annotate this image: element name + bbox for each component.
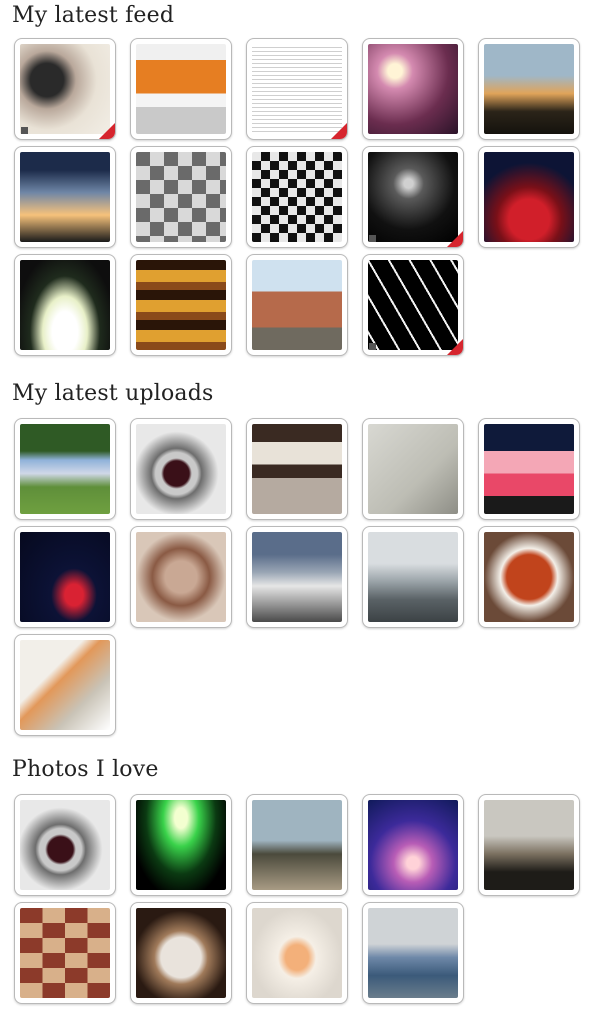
loved-photo-purple-sky-tree[interactable] [362,794,464,896]
section-title-latest-uploads: My latest uploads [12,381,214,406]
photo-image [20,800,110,890]
photo-image [484,532,574,622]
photo-image [368,152,458,242]
photo-image [368,424,458,514]
photo-image [136,424,226,514]
upload-photo-soup-bowl[interactable] [478,526,580,628]
loved-photo-green-light[interactable] [130,794,232,896]
photo-image [136,44,226,134]
feed-photo-sunset-trees[interactable] [478,38,580,140]
photo-image [20,424,110,514]
feed-photo-sandwich-stack[interactable] [130,254,232,356]
photo-image [136,260,226,350]
photo-image [20,260,110,350]
upload-photo-cooked-meat[interactable] [130,526,232,628]
photo-image [136,532,226,622]
photo-image [368,800,458,890]
loved-photo-lone-tree[interactable] [246,794,348,896]
red-corner-flag-icon [447,339,463,355]
feed-photo-firework-streaks[interactable] [362,254,464,356]
section-title-photos-i-love: Photos I love [12,757,159,782]
feed-photo-umbrella-silhouette[interactable] [14,254,116,356]
upload-photo-metro-station[interactable] [246,526,348,628]
loved-photo-palm-dusk[interactable] [478,794,580,896]
photo-image [252,260,342,350]
feed-photo-mosaic-grid[interactable] [246,146,348,248]
photo-image [484,44,574,134]
photo-image [252,532,342,622]
photo-image [20,44,110,134]
photo-image [484,152,574,242]
upload-photo-paper-document[interactable] [362,418,464,520]
photo-image [20,908,110,998]
photo-image [368,44,458,134]
photo-image [368,908,458,998]
photo-image [20,532,110,622]
photo-image [252,152,342,242]
photo-image [484,424,574,514]
upload-photo-pink-gift[interactable] [478,418,580,520]
photo-image [252,424,342,514]
photo-image [252,800,342,890]
photo-image [136,152,226,242]
photo-image [136,800,226,890]
photo-image [136,908,226,998]
feed-photo-ruins-tower[interactable] [246,254,348,356]
photo-image [20,640,110,730]
feed-photo-sun-through-tree[interactable] [362,38,464,140]
red-corner-flag-icon [447,231,463,247]
upload-photo-machine-counter[interactable] [246,418,348,520]
upload-photo-man-in-office[interactable] [14,634,116,736]
photo-image [252,44,342,134]
feed-photo-red-chair[interactable] [478,146,580,248]
upload-photo-city-highway[interactable] [362,526,464,628]
feed-photo-instagram-website[interactable] [130,38,232,140]
red-corner-flag-icon [99,123,115,139]
feed-photo-article-text[interactable] [246,38,348,140]
author-avatar-icon [369,233,376,243]
feed-photo-dark-alley[interactable] [362,146,464,248]
loved-photo-food-collage[interactable] [14,902,116,1004]
photo-image [368,260,458,350]
photo-image [252,908,342,998]
loved-photo-plated-dessert[interactable] [130,902,232,1004]
photo-image [20,152,110,242]
author-avatar-icon [369,341,376,351]
photo-image [368,532,458,622]
loved-photo-wristwatch[interactable] [14,794,116,896]
feed-photo-forest-sunset[interactable] [14,146,116,248]
upload-photo-wristwatch[interactable] [130,418,232,520]
section-title-latest-feed: My latest feed [12,3,175,28]
upload-photo-group-on-lawn[interactable] [14,418,116,520]
loved-photo-drink-bottle[interactable] [246,902,348,1004]
photo-image [484,800,574,890]
feed-photo-woman-portrait[interactable] [14,38,116,140]
red-corner-flag-icon [331,123,347,139]
author-avatar-icon [21,125,28,135]
loved-photo-classroom[interactable] [362,902,464,1004]
feed-photo-bw-collage[interactable] [130,146,232,248]
upload-photo-red-shoes[interactable] [14,526,116,628]
